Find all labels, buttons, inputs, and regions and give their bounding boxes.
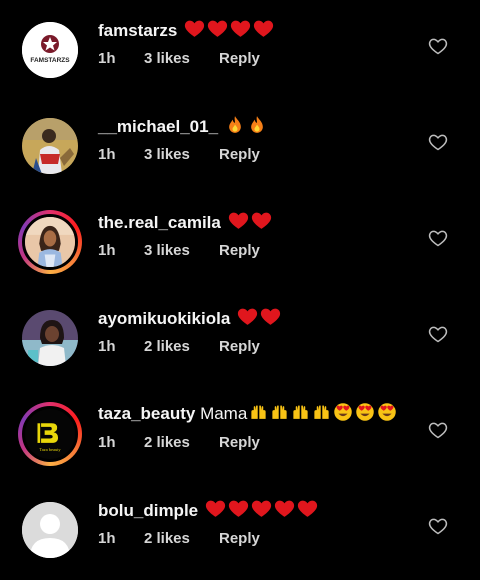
red-heart-emoji-icon <box>251 210 272 238</box>
comment-text: taza_beauty Mama <box>98 402 397 429</box>
username[interactable]: taza_beauty <box>98 404 195 423</box>
avatar-story-ring[interactable]: Taza beauty <box>18 402 82 466</box>
reply-button[interactable]: Reply <box>219 242 260 259</box>
emoji-group <box>182 20 274 40</box>
emoji-group <box>226 212 272 232</box>
raising-hands-emoji-icon <box>312 403 331 429</box>
username[interactable]: __michael_01_ <box>98 117 218 136</box>
red-heart-emoji-icon <box>274 498 295 526</box>
reply-button[interactable]: Reply <box>219 338 260 355</box>
comment-body: Mama <box>200 404 248 423</box>
comment-item: Taza beauty taza_beauty Mama 1h 2 likes Re… <box>0 384 480 480</box>
likes-count[interactable]: 2 likes <box>144 434 219 451</box>
emoji-group <box>235 308 281 328</box>
taza-beauty-logo-icon: Taza beauty <box>25 409 75 459</box>
comment-time: 1h <box>98 242 116 259</box>
raising-hands-emoji-icon <box>291 403 310 429</box>
like-heart-icon[interactable] <box>428 132 448 152</box>
red-heart-emoji-icon <box>260 306 281 334</box>
comment-item: FAMSTARZS famstarzs 1h 3 likes Reply <box>0 0 480 96</box>
fire-emoji-icon <box>247 114 267 142</box>
red-heart-emoji-icon <box>230 18 251 46</box>
comment-list: FAMSTARZS famstarzs 1h 3 likes Reply __m… <box>0 0 480 580</box>
red-heart-emoji-icon <box>228 210 249 238</box>
profile-photo-icon <box>25 217 75 267</box>
emoji-group <box>247 403 397 423</box>
default-avatar-icon <box>22 502 78 558</box>
comment-meta: 1h 3 likes Reply <box>98 50 260 67</box>
comment-text: __michael_01_ <box>98 114 267 142</box>
reply-button[interactable]: Reply <box>219 50 260 67</box>
comment-meta: 1h 2 likes Reply <box>98 338 260 355</box>
raising-hands-emoji-icon <box>249 403 268 429</box>
emoji-group <box>203 500 318 520</box>
red-heart-emoji-icon <box>237 306 258 334</box>
username[interactable]: famstarzs <box>98 21 177 40</box>
like-heart-icon[interactable] <box>428 324 448 344</box>
reply-button[interactable]: Reply <box>219 434 260 451</box>
like-heart-icon[interactable] <box>428 36 448 56</box>
red-heart-emoji-icon <box>184 18 205 46</box>
fire-emoji-icon <box>225 114 245 142</box>
emoji-group <box>223 116 267 136</box>
heart-eyes-emoji-icon <box>333 402 353 429</box>
avatar[interactable]: FAMSTARZS <box>22 22 78 78</box>
red-heart-emoji-icon <box>253 18 274 46</box>
reply-button[interactable]: Reply <box>219 146 260 163</box>
comment-meta: 1h 2 likes Reply <box>98 530 260 547</box>
profile-photo-icon <box>22 310 78 366</box>
comment-item: ayomikuokikiola 1h 2 likes Reply <box>0 288 480 384</box>
comment-item: the.real_camila 1h 3 likes Reply <box>0 192 480 288</box>
profile-photo-icon <box>22 118 78 174</box>
like-heart-icon[interactable] <box>428 420 448 440</box>
avatar-logo-text: FAMSTARZS <box>30 57 70 64</box>
comment-meta: 1h 2 likes Reply <box>98 434 260 451</box>
heart-eyes-emoji-icon <box>355 402 375 429</box>
raising-hands-emoji-icon <box>270 403 289 429</box>
avatar-logo-text: Taza beauty <box>39 447 61 452</box>
likes-count[interactable]: 3 likes <box>144 242 219 259</box>
comment-time: 1h <box>98 146 116 163</box>
username[interactable]: ayomikuokikiola <box>98 309 230 328</box>
comment-text: famstarzs <box>98 18 274 46</box>
avatar[interactable] <box>22 502 78 558</box>
comment-item: bolu_dimple 1h 2 likes Reply <box>0 480 480 576</box>
red-heart-emoji-icon <box>205 498 226 526</box>
heart-eyes-emoji-icon <box>377 402 397 429</box>
red-heart-emoji-icon <box>207 18 228 46</box>
username[interactable]: bolu_dimple <box>98 501 198 520</box>
red-heart-emoji-icon <box>251 498 272 526</box>
comment-time: 1h <box>98 338 116 355</box>
red-heart-emoji-icon <box>297 498 318 526</box>
avatar-story-ring[interactable] <box>18 210 82 274</box>
comment-time: 1h <box>98 530 116 547</box>
comment-text: ayomikuokikiola <box>98 306 281 334</box>
likes-count[interactable]: 3 likes <box>144 50 219 67</box>
comment-meta: 1h 3 likes Reply <box>98 146 260 163</box>
comment-text: bolu_dimple <box>98 498 318 526</box>
like-heart-icon[interactable] <box>428 228 448 248</box>
like-heart-icon[interactable] <box>428 516 448 536</box>
comment-item: __michael_01_ 1h 3 likes Reply <box>0 96 480 192</box>
comment-text: the.real_camila <box>98 210 272 238</box>
comment-time: 1h <box>98 50 116 67</box>
username[interactable]: the.real_camila <box>98 213 221 232</box>
comment-meta: 1h 3 likes Reply <box>98 242 260 259</box>
likes-count[interactable]: 2 likes <box>144 530 219 547</box>
likes-count[interactable]: 2 likes <box>144 338 219 355</box>
avatar[interactable] <box>22 118 78 174</box>
avatar[interactable] <box>22 310 78 366</box>
reply-button[interactable]: Reply <box>219 530 260 547</box>
famstarzs-logo-icon: FAMSTARZS <box>22 22 78 78</box>
comment-time: 1h <box>98 434 116 451</box>
likes-count[interactable]: 3 likes <box>144 146 219 163</box>
red-heart-emoji-icon <box>228 498 249 526</box>
